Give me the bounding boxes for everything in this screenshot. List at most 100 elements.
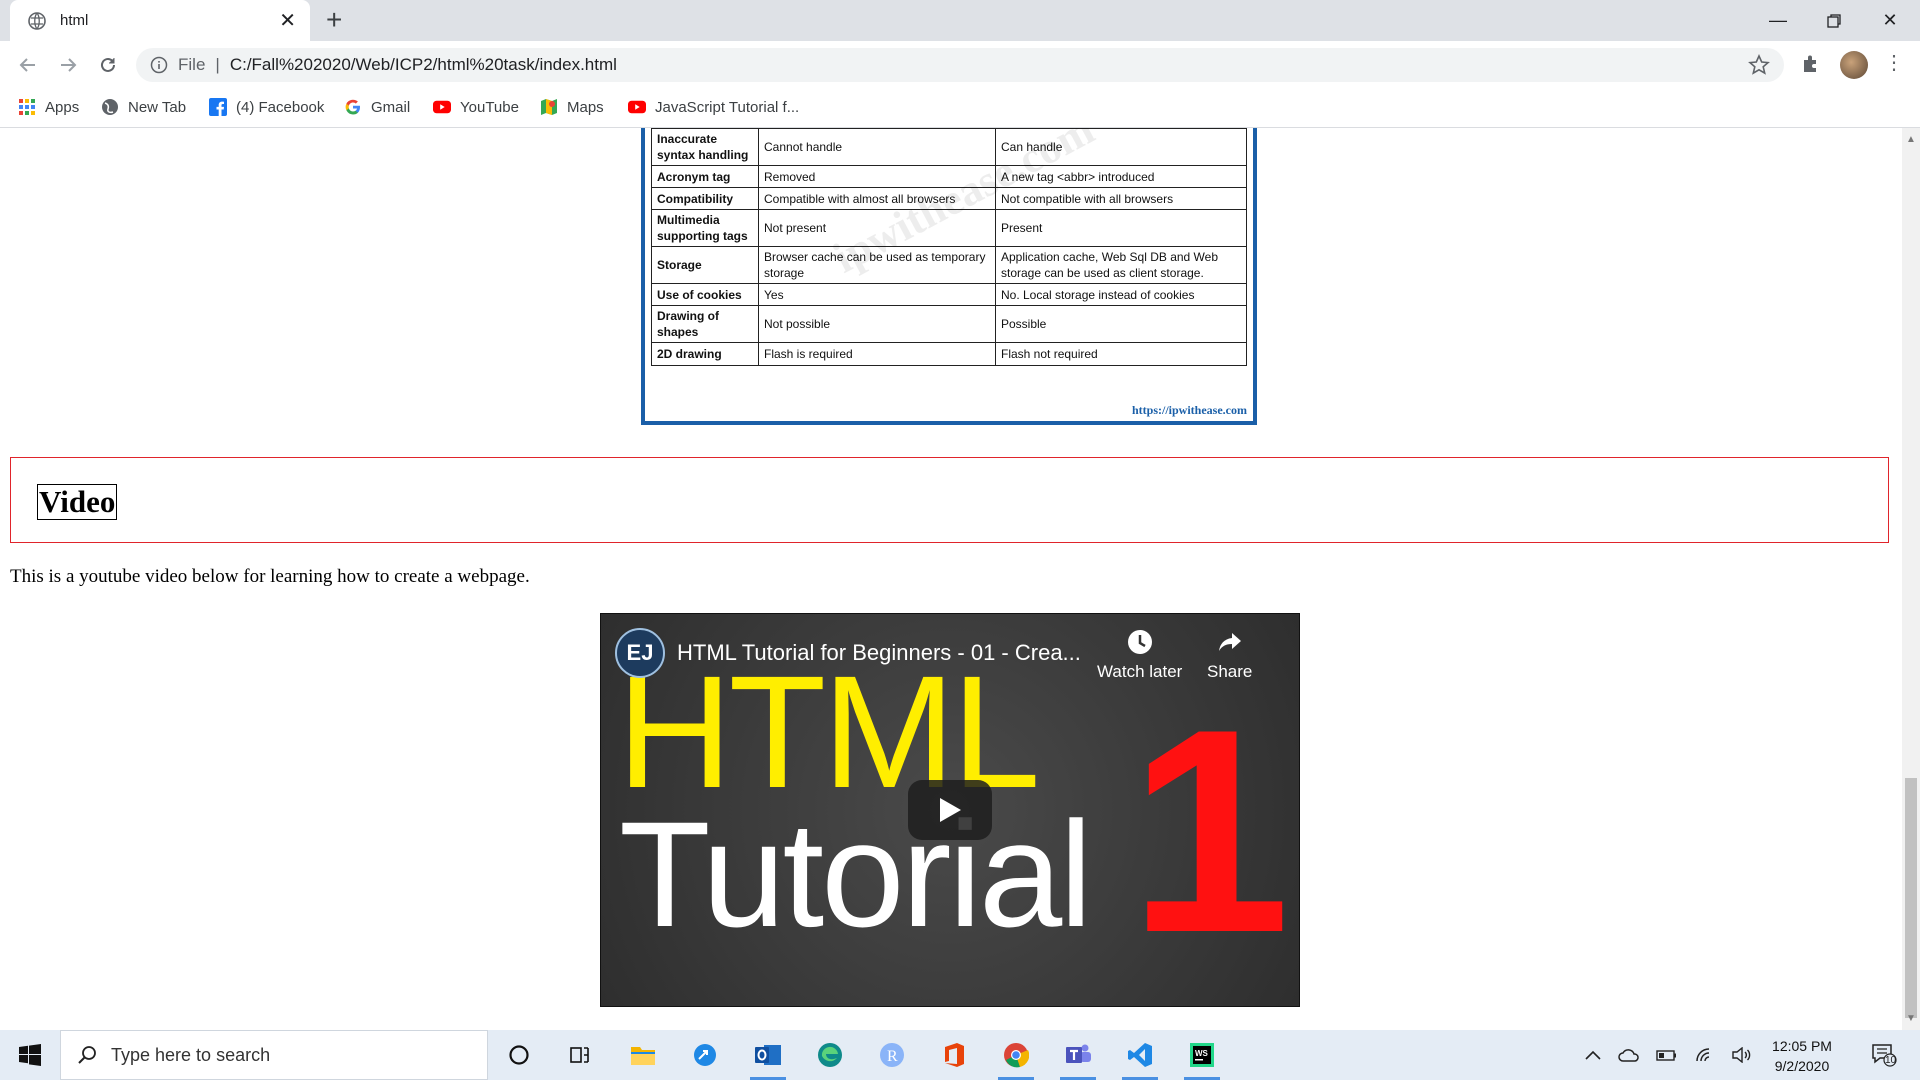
back-arrow-icon: [19, 58, 35, 72]
volume-tray-button[interactable]: [1727, 1030, 1757, 1080]
wifi-tray-button[interactable]: [1690, 1030, 1720, 1080]
youtube-icon: [433, 98, 451, 116]
search-placeholder: Type here to search: [111, 1044, 271, 1065]
facebook-icon: [209, 98, 227, 116]
bookmark-label: Apps: [45, 98, 80, 116]
edge-button[interactable]: [804, 1030, 856, 1080]
browser-tab[interactable]: html ✕: [10, 0, 310, 41]
info-icon: [150, 56, 168, 74]
office-button[interactable]: [928, 1030, 980, 1080]
vscode-button[interactable]: [1114, 1030, 1166, 1080]
bookmark-youtube[interactable]: YouTube: [433, 98, 519, 116]
video-description: This is a youtube video below for learni…: [10, 566, 530, 587]
vscode-icon: [1128, 1043, 1152, 1067]
action-center-button[interactable]: 10: [1864, 1030, 1904, 1080]
bookmark-gmail[interactable]: Gmail: [344, 98, 410, 116]
scrollbar-thumb[interactable]: [1905, 778, 1917, 1018]
new-tab-button[interactable]: +: [326, 6, 342, 34]
vertical-scrollbar[interactable]: ▲ ▼: [1902, 128, 1920, 1030]
battery-icon: [1656, 1050, 1676, 1061]
file-explorer-button[interactable]: [617, 1030, 669, 1080]
bookmark-star-icon[interactable]: [1748, 54, 1770, 76]
watch-later-button[interactable]: Watch later: [1097, 628, 1182, 682]
row-feature-cell: Storage: [651, 246, 759, 284]
row-feature-cell: Multimedia supporting tags: [651, 209, 759, 247]
row-feature-cell: Compatibility: [651, 187, 759, 210]
minimize-button[interactable]: —: [1750, 0, 1806, 41]
profile-avatar[interactable]: [1840, 51, 1868, 79]
taskbar-search-box[interactable]: Type here to search: [60, 1030, 488, 1080]
windows-taskbar: Type here to search R WS 12:05 PM 9/2/20…: [0, 1030, 1920, 1080]
row-html5-cell: Application cache, Web Sql DB and Web st…: [995, 246, 1247, 284]
reload-button[interactable]: [94, 51, 122, 79]
globe-icon: [28, 11, 46, 30]
teams-icon: [1066, 1044, 1091, 1063]
search-icon: [78, 1046, 96, 1064]
bookmark-facebook[interactable]: (4) Facebook: [209, 98, 324, 116]
taskbar-clock[interactable]: 12:05 PM 9/2/2020: [1764, 1036, 1840, 1076]
bookmark-javascript-tutorial[interactable]: JavaScript Tutorial f...: [628, 98, 799, 116]
extensions-puzzle-icon[interactable]: [1800, 53, 1822, 75]
reload-icon: [101, 57, 115, 72]
channel-avatar[interactable]: EJ: [615, 628, 665, 678]
play-button[interactable]: [908, 780, 992, 840]
share-button[interactable]: Share: [1207, 628, 1252, 682]
comparison-row: Storage Browser cache can be used as temp…: [651, 246, 1247, 284]
bookmark-new-tab[interactable]: New Tab: [101, 98, 186, 116]
video-title[interactable]: HTML Tutorial for Beginners - 01 - Crea.…: [677, 640, 1081, 666]
url-text[interactable]: C:/Fall%202020/Web/ICP2/html%20task/inde…: [230, 55, 617, 75]
comparison-row: Use of cookies Yes No. Local storage inste…: [651, 283, 1247, 306]
back-button[interactable]: [14, 51, 42, 79]
chrome-button[interactable]: [990, 1030, 1042, 1080]
section-heading: Video: [37, 484, 118, 520]
scroll-down-arrow-icon[interactable]: ▼: [1906, 1013, 1916, 1024]
row-html5-cell: No. Local storage instead of cookies: [995, 283, 1247, 306]
r-app-button[interactable]: R: [866, 1030, 918, 1080]
bookmark-apps[interactable]: Apps: [18, 98, 79, 116]
scroll-up-arrow-icon[interactable]: ▲: [1906, 134, 1916, 145]
speaker-icon: [1732, 1047, 1751, 1063]
forward-button[interactable]: [54, 51, 82, 79]
show-hidden-icons-button[interactable]: [1578, 1030, 1608, 1080]
start-button[interactable]: [0, 1030, 60, 1080]
thumbnail-number: 1: [1129, 669, 1291, 993]
share-label: Share: [1207, 662, 1253, 681]
wifi-icon: [1696, 1048, 1710, 1062]
address-bar[interactable]: File | C:/Fall%202020/Web/ICP2/html%20ta…: [136, 48, 1784, 82]
cortana-button[interactable]: [493, 1030, 545, 1080]
battery-tray-button[interactable]: [1652, 1030, 1682, 1080]
webstorm-button[interactable]: WS: [1176, 1030, 1228, 1080]
play-icon: [940, 798, 961, 822]
video-section: Video: [10, 457, 1889, 543]
apps-grid-icon: [18, 98, 36, 116]
row-html5-cell: Flash not required: [995, 342, 1247, 366]
teams-button[interactable]: [1052, 1030, 1104, 1080]
onedrive-tray-button[interactable]: [1614, 1030, 1644, 1080]
menu-kebab-icon[interactable]: ⋮: [1884, 53, 1904, 73]
task-view-button[interactable]: [554, 1030, 606, 1080]
folder-icon: [631, 1047, 655, 1065]
row-html-cell: Not possible: [758, 305, 996, 343]
restore-icon: [1827, 13, 1841, 28]
html-vs-html5-comparison-image: ipwithease.com Inaccurate syntax handlin…: [641, 128, 1257, 425]
close-window-button[interactable]: ✕: [1862, 0, 1918, 41]
youtube-embed-player[interactable]: HTML Tutorial 1 EJ HTML Tutorial for Beg…: [600, 613, 1300, 1007]
restore-button[interactable]: [1806, 0, 1862, 41]
chevron-up-icon: [1585, 1050, 1601, 1060]
row-html5-cell: Present: [995, 209, 1247, 247]
thumbnail-text-tutorial: Tutorial: [619, 790, 1093, 958]
row-feature-cell: Inaccurate syntax handling: [651, 128, 759, 166]
outlook-button[interactable]: [742, 1030, 794, 1080]
comparison-row: 2D drawing Flash is required Flash not req…: [651, 342, 1247, 366]
bookmarks-bar: Apps New Tab (4) Facebook Gmail YouTube …: [0, 89, 1920, 128]
bookmark-label: (4) Facebook: [236, 98, 325, 116]
windows-logo-icon: [19, 1044, 41, 1066]
row-feature-cell: Acronym tag: [651, 165, 759, 188]
tab-close-icon[interactable]: ✕: [279, 8, 296, 33]
office-icon: [945, 1043, 964, 1067]
bookmark-label: JavaScript Tutorial f...: [655, 98, 800, 116]
outlook-icon: [755, 1045, 781, 1065]
row-html-cell: Yes: [758, 283, 996, 306]
app-blue-arrow-button[interactable]: [679, 1030, 731, 1080]
bookmark-maps[interactable]: Maps: [540, 98, 604, 116]
